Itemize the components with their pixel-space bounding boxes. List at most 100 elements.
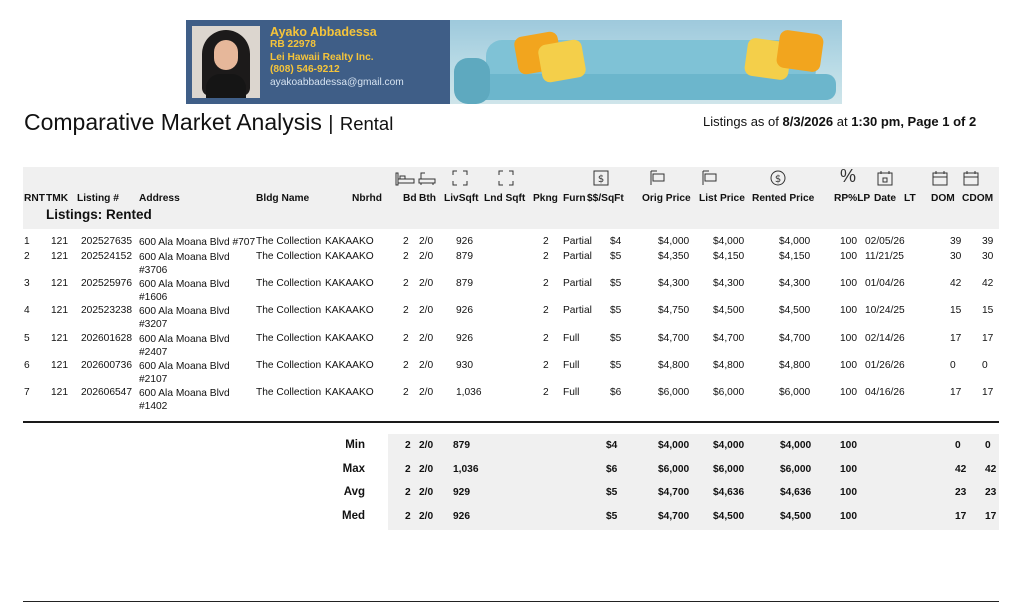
cell-furn: Partial [563,305,592,316]
summary-list: $4,636 [713,487,745,498]
cell-liv: 879 [456,278,473,289]
title-sub: Rental [339,113,394,134]
summary-dom: 17 [955,511,967,522]
cell-bldg: The Collection [256,236,322,247]
cell-nbrhd: KAKAAKO [325,387,374,398]
cell-n: 2 [24,251,30,262]
cell-bd: 2 [403,236,409,247]
cell-dom: 39 [950,236,962,247]
cell-rented: $4,800 [779,360,811,371]
cell-listing[interactable]: 202524152 [81,251,132,262]
cell-rplp: 100 [840,278,857,289]
asof-time-page: 1:30 pm, Page 1 of 2 [851,114,977,129]
cell-nbrhd: KAKAAKO [325,236,374,247]
cell-list: $6,000 [713,387,745,398]
cell-bth: 2/0 [419,278,434,289]
asof-prefix: Listings as of [703,114,783,129]
cell-orig: $4,000 [658,236,690,247]
col-rplp: RP%LP [834,193,871,204]
cell-pk: 2 [543,251,549,262]
title-separator: | [328,113,334,135]
agent-brokerage: Lei Hawaii Realty Inc. [270,51,374,63]
cell-list: $4,700 [713,333,745,344]
summary-band [388,434,999,530]
cell-addr: 600 Ala Moana Blvd #707 [139,237,256,248]
col-date: Date [874,193,897,204]
cell-rplp: 100 [840,305,857,316]
cell-list: $4,500 [713,305,745,316]
cell-listing[interactable]: 202600736 [81,360,132,371]
cell-nbrhd: KAKAAKO [325,278,374,289]
col-orig-price: Orig Price [642,193,691,204]
col-furn: Furn [563,193,586,204]
col-rnt: RNT [24,193,45,204]
cell-tmk: 121 [51,236,68,247]
cell-tmk: 121 [51,305,68,316]
agent-photo-face [214,40,238,70]
sofa-arm [454,58,490,104]
cell-cdom: 39 [982,236,994,247]
col-bldg-name: Bldg Name [256,193,310,204]
col-address: Address [139,193,180,204]
asof-date: 8/3/2026 [782,114,834,129]
cell-furn: Full [563,360,580,371]
summary-cdom: 0 [985,440,991,451]
cell-pk: 2 [543,333,549,344]
agent-photo [192,26,260,98]
cell-listing[interactable]: 202523238 [81,305,132,316]
cell-pps: $5 [610,278,622,289]
cell-bldg: The Collection [256,251,322,262]
cell-n: 5 [24,333,30,344]
cell-tmk: 121 [51,278,68,289]
calendar-icon [877,171,893,186]
cell-rented: $6,000 [779,387,811,398]
cell-rplp: 100 [840,236,857,247]
agent-info: Ayako Abbadessa RB 22978 Lei Hawaii Real… [270,25,404,89]
cell-tmk: 121 [51,387,68,398]
cell-listing[interactable]: 202606547 [81,387,132,398]
agent-license: RB 22978 [270,39,316,50]
cell-pps: $5 [610,251,622,262]
col-bd: Bd [403,193,417,204]
summary-bth: 2/0 [419,440,434,451]
summary-dom: 42 [955,464,967,475]
col-lt: LT [904,193,916,204]
agent-phone: (808) 546-9212 [270,64,340,75]
summary-rented: $6,000 [780,464,812,475]
summary-bd: 2 [405,487,411,498]
cell-date: 04/16/26 [865,387,905,398]
orig-price-icon [650,170,665,185]
cell-listing[interactable]: 202525976 [81,278,132,289]
cell-cdom: 42 [982,278,994,289]
summary-rplp: 100 [840,487,857,498]
cell-liv: 926 [456,305,473,316]
cell-orig: $4,800 [658,360,690,371]
cell-cdom: 30 [982,251,994,262]
summary-label: Min [345,439,365,451]
cell-bd: 2 [403,251,409,262]
cell-furn: Partial [563,236,592,247]
cell-bldg: The Collection [256,360,322,371]
cell-liv: 930 [456,360,473,371]
cell-pps: $5 [610,333,622,344]
cell-listing[interactable]: 202527635 [81,236,132,247]
summary-label: Med [342,510,365,522]
cell-bldg: The Collection [256,305,322,316]
cell-pps: $5 [610,305,622,316]
summary-dom: 0 [955,440,961,451]
summary-pps: $5 [606,487,618,498]
summary-pps: $6 [606,464,618,475]
summary-rplp: 100 [840,440,857,451]
cell-listing[interactable]: 202601628 [81,333,132,344]
cell-list: $4,300 [713,278,745,289]
summary-rented: $4,500 [780,511,812,522]
cell-nbrhd: KAKAAKO [325,305,374,316]
col-livsqft: LivSqft [444,193,479,204]
col-rented-price: Rented Price [752,193,815,204]
cell-rented: $4,300 [779,278,811,289]
rented-price-icon: $ [770,170,786,186]
summary-orig: $6,000 [658,464,690,475]
listings-as-of: Listings as of 8/3/2026 at 1:30 pm, Page… [703,114,976,129]
cell-liv: 1,036 [456,387,482,398]
summary-cdom: 23 [985,487,997,498]
